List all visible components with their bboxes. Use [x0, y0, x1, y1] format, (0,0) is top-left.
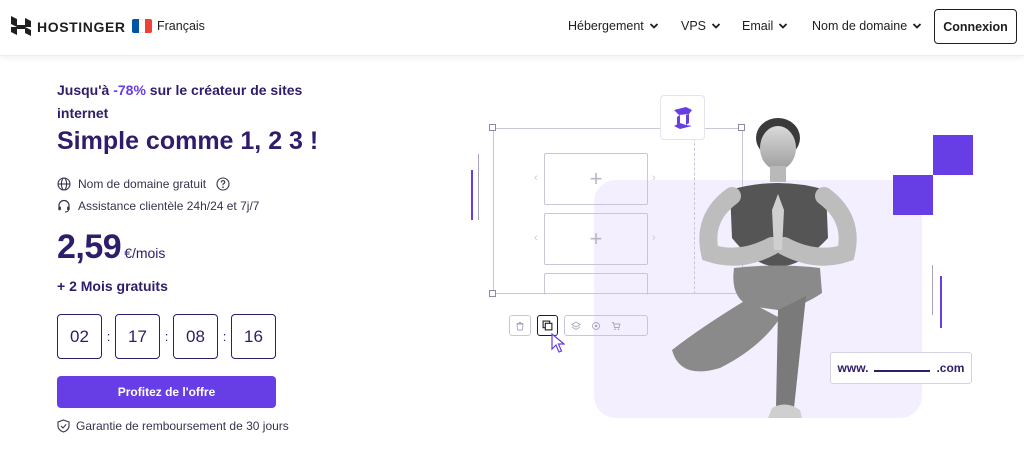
chevron-right-icon: › [652, 232, 656, 244]
guarantee-label: Garantie de remboursement de 30 jours [76, 419, 289, 433]
hostinger-logo-icon [11, 16, 31, 36]
top-navbar: HOSTINGER Français Hébergement VPS Email… [0, 0, 1024, 56]
resize-handle [489, 124, 496, 131]
brand-name: HOSTINGER [37, 19, 126, 35]
feature-free-domain: Nom de domaine gratuit [57, 177, 230, 191]
promo-percentage: -78% [113, 82, 146, 98]
countdown-days: 02 [57, 314, 102, 359]
cart-icon[interactable] [611, 321, 621, 331]
countdown-hours: 17 [115, 314, 160, 359]
chevron-right-icon: › [652, 172, 656, 184]
globe-icon [57, 177, 71, 191]
countdown-separator: : [106, 329, 111, 344]
nav-item-label: VPS [681, 19, 707, 33]
nav-item-label: Hébergement [568, 19, 644, 33]
countdown-separator: : [164, 329, 169, 344]
chevron-down-icon [711, 23, 721, 29]
feature-label: Nom de domaine gratuit [78, 177, 207, 191]
chevron-down-icon [649, 23, 658, 29]
bonus-months: + 2 Mois gratuits [57, 278, 168, 294]
decor-line [471, 170, 473, 220]
nav-item-label: Email [742, 19, 774, 33]
settings-icon[interactable] [591, 321, 601, 331]
countdown-seconds: 16 [231, 314, 276, 359]
nav-item-email[interactable]: Email [742, 19, 788, 33]
promo-banner: Jusqu'à -78% sur le créateur de sites in… [57, 79, 347, 125]
login-button[interactable]: Connexion [934, 9, 1017, 44]
nav-item-nom-de-domaine[interactable]: Nom de domaine [812, 19, 922, 33]
nav-item-vps[interactable]: VPS [681, 19, 721, 33]
decor-square [893, 175, 933, 215]
content-slot [544, 273, 648, 295]
layers-icon[interactable] [571, 320, 581, 331]
promo-prefix: Jusqu'à [57, 82, 114, 98]
chevron-down-icon [779, 23, 788, 29]
copy-icon [542, 320, 553, 331]
claim-offer-button[interactable]: Profitez de l'offre [57, 376, 276, 408]
content-slot: + [544, 213, 648, 265]
feature-support: Assistance clientèle 24h/24 et 7j/7 [57, 199, 259, 213]
trash-icon [516, 321, 524, 330]
element-toolbar [564, 315, 648, 336]
hero-illustration: + + ‹ › ‹ › www. .com [460, 90, 1024, 450]
domain-blank [874, 370, 931, 372]
countdown-separator: : [222, 329, 227, 344]
decor-line [932, 265, 933, 315]
nav-item-hebergement[interactable]: Hébergement [568, 19, 659, 33]
mouse-cursor-icon [551, 333, 565, 353]
domain-prefix: www. [837, 361, 869, 375]
decor-line [478, 154, 479, 220]
headset-icon [58, 199, 70, 213]
language-selector[interactable]: Français [132, 19, 205, 33]
decor-line [940, 276, 942, 328]
chevron-left-icon: ‹ [534, 172, 538, 184]
chevron-down-icon [913, 23, 922, 29]
feature-label: Assistance clientèle 24h/24 et 7j/7 [78, 199, 260, 213]
countdown-minutes: 08 [173, 314, 218, 359]
brand-logo[interactable]: HOSTINGER [11, 16, 126, 38]
hero-title: Simple comme 1, 2 3 ! [57, 127, 319, 155]
domain-suffix: .com [936, 361, 965, 375]
france-flag-icon [132, 19, 152, 33]
price-unit: €/mois [124, 245, 166, 261]
content-slot: + [544, 153, 648, 205]
price: 2,59 €/mois [57, 228, 165, 267]
decor-square [933, 135, 973, 175]
shield-check-icon [57, 419, 70, 433]
chevron-left-icon: ‹ [534, 232, 538, 244]
countdown-timer: 02 : 17 : 08 : 16 [57, 314, 276, 359]
delete-tool[interactable] [509, 315, 531, 336]
question-circle-icon[interactable] [216, 177, 230, 191]
language-label: Français [157, 19, 205, 33]
price-value: 2,59 [57, 228, 122, 266]
domain-search-box: www. .com [830, 352, 972, 384]
nav-item-label: Nom de domaine [812, 19, 908, 33]
resize-handle [489, 290, 496, 297]
money-back-guarantee: Garantie de remboursement de 30 jours [57, 419, 289, 433]
